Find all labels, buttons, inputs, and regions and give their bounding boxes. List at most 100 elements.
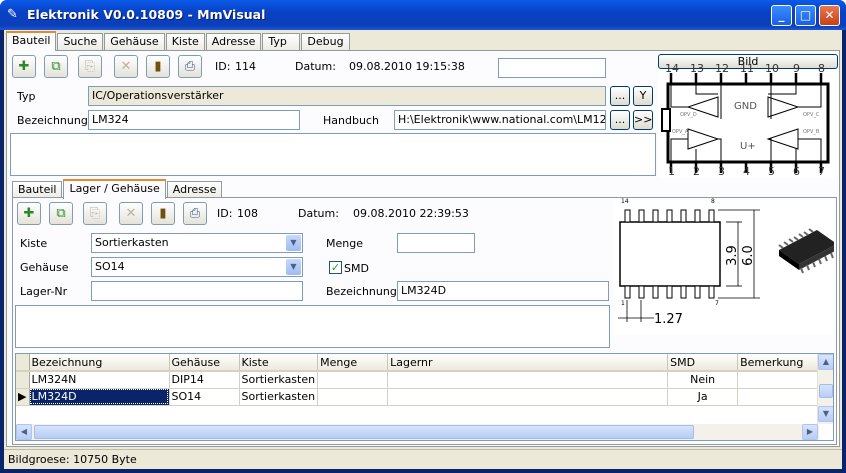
pin-7: 7 <box>818 165 825 178</box>
subtab-bauteil[interactable]: Bauteil <box>12 181 63 198</box>
tab-gehaeuse[interactable]: Gehäuse <box>104 33 165 50</box>
grid-horizontal-scrollbar[interactable]: ◀ ▶ <box>16 424 819 440</box>
row-indicator-current[interactable]: ▶ <box>16 388 30 406</box>
kiste-value: Sortierkasten <box>95 236 169 249</box>
lager-grid[interactable]: Bezeichnung Gehäuse Kiste Menge Lagernr … <box>15 353 834 441</box>
col-header-lagernr[interactable]: Lagernr <box>387 354 669 372</box>
grid-vscroll-thumb[interactable] <box>819 384 833 398</box>
row-indicator[interactable] <box>16 371 30 389</box>
chevron-down-icon[interactable]: ▼ <box>286 235 301 251</box>
typ-y-button[interactable]: Y <box>633 86 653 106</box>
bauteil-notes[interactable] <box>10 133 656 176</box>
col-header-bemerkung[interactable]: Bemerkung <box>737 354 829 372</box>
cell-gehaeuse[interactable]: DIP14 <box>169 371 240 389</box>
col-header-menge[interactable]: Menge <box>317 354 389 372</box>
tab-typ[interactable]: Typ <box>262 33 301 50</box>
cell-bezeichnung[interactable]: LM324N <box>29 371 170 389</box>
id-label: ID: <box>215 60 231 73</box>
cell-bemerkung[interactable] <box>737 388 829 406</box>
pin-14: 14 <box>665 62 679 75</box>
smd-checkbox[interactable]: ✓ <box>329 261 342 274</box>
typ-field[interactable]: IC/Operationsverstärker <box>88 86 606 106</box>
chip-vplus-label: U+ <box>740 141 756 152</box>
paste-icon[interactable]: ⎘ <box>78 55 102 78</box>
menge-label: Menge <box>326 237 363 250</box>
cell-kiste[interactable]: Sortierkasten <box>239 388 319 406</box>
cell-menge[interactable] <box>317 388 389 406</box>
typ-browse-button[interactable]: ... <box>610 86 630 106</box>
lager-bezeichnung-field[interactable]: LM324D <box>397 281 609 301</box>
lager-save-icon[interactable]: ▮ <box>151 202 175 225</box>
lagernr-field[interactable] <box>91 281 303 301</box>
cell-smd[interactable]: Nein <box>667 371 739 389</box>
gehaeuse-combo[interactable]: SO14 ▼ <box>91 257 303 277</box>
grid-hscroll-thumb[interactable] <box>34 425 694 439</box>
pin-top-row: 14 13 12 11 10 9 8 <box>658 62 838 75</box>
kiste-combo[interactable]: Sortierkasten ▼ <box>91 233 303 253</box>
tab-debug[interactable]: Debug <box>301 33 350 50</box>
lager-paste-icon[interactable]: ⎘ <box>83 202 107 225</box>
cell-smd[interactable]: Ja <box>667 388 739 406</box>
tab-kiste[interactable]: Kiste <box>165 33 205 50</box>
pkg-pin14-label: 14 <box>621 198 629 205</box>
bauteil-extra-field[interactable] <box>498 58 606 78</box>
lager-notes[interactable] <box>15 305 610 348</box>
scroll-down-icon[interactable]: ▼ <box>818 406 833 422</box>
cell-kiste[interactable]: Sortierkasten <box>239 371 319 389</box>
cell-bezeichnung[interactable]: LM324D <box>29 388 170 406</box>
grid-corner <box>16 354 30 372</box>
subtab-lager-gehaeuse[interactable]: Lager / Gehäuse <box>63 179 166 199</box>
tab-suche[interactable]: Suche <box>57 33 104 50</box>
new-icon[interactable]: ✚ <box>12 55 36 78</box>
pin-bottom-row: 1 2 3 4 5 6 7 <box>658 165 838 178</box>
cell-menge[interactable] <box>317 371 389 389</box>
main-tab-strip: Bauteil Suche Gehäuse Kiste Adresse Typ … <box>6 31 351 51</box>
lager-bezeichnung-label: Bezeichnung <box>326 285 397 298</box>
table-row[interactable]: ▶ LM324D SO14 Sortierkasten Ja <box>16 388 829 406</box>
col-header-bezeichnung[interactable]: Bezeichnung <box>29 354 170 372</box>
save-icon[interactable]: ▮ <box>146 55 170 78</box>
lager-delete-icon[interactable]: ✕ <box>119 202 143 225</box>
grid-vertical-scrollbar[interactable]: ▲ ▼ <box>817 354 833 424</box>
scroll-up-icon[interactable]: ▲ <box>818 354 833 370</box>
bezeichnung-field[interactable]: LM324 <box>88 110 300 130</box>
delete-icon[interactable]: ✕ <box>114 55 138 78</box>
status-text: Bildgroese: 10750 Byte <box>8 453 137 466</box>
cell-lagernr[interactable] <box>387 388 669 406</box>
table-row[interactable]: LM324N DIP14 Sortierkasten Nein <box>16 371 829 389</box>
scroll-left-icon[interactable]: ◀ <box>16 424 32 440</box>
lager-new-icon[interactable]: ✚ <box>17 202 41 225</box>
lager-panel: ✚ ⧉ ⎘ ✕ ▮ ⎙ ID: 108 Datum: 09.08.2010 22… <box>12 197 839 445</box>
scroll-right-icon[interactable]: ▶ <box>802 424 818 440</box>
pkg-dim-height2: 6.0 <box>740 245 756 266</box>
pin-13: 13 <box>690 62 704 75</box>
print-icon[interactable]: ⎙ <box>178 55 202 78</box>
tab-bauteil[interactable]: Bauteil <box>6 31 57 51</box>
handbuch-field[interactable]: H:\Elektronik\www.national.com\LM124 LM <box>394 110 606 130</box>
pin-2: 2 <box>693 165 700 178</box>
typ-label: Typ <box>17 90 36 103</box>
tab-adresse[interactable]: Adresse <box>205 33 262 50</box>
lager-print-icon[interactable]: ⎙ <box>183 202 207 225</box>
handbuch-open-button[interactable]: >> <box>633 110 653 130</box>
chevron-down-icon[interactable]: ▼ <box>286 259 301 275</box>
lagernr-label: Lager-Nr <box>20 285 68 298</box>
col-header-gehaeuse[interactable]: Gehäuse <box>169 354 240 372</box>
cell-bemerkung[interactable] <box>737 371 829 389</box>
close-button[interactable]: ✕ <box>819 5 840 26</box>
minimize-button[interactable]: _ <box>771 5 792 26</box>
col-header-smd[interactable]: SMD <box>667 354 739 372</box>
pin-9: 9 <box>793 62 800 75</box>
col-header-kiste[interactable]: Kiste <box>239 354 319 372</box>
subtab-adresse[interactable]: Adresse <box>166 181 223 198</box>
copy-icon[interactable]: ⧉ <box>44 55 68 78</box>
bauteil-panel: ✚ ⧉ ⎘ ✕ ▮ ⎙ ID: 114 Datum: 09.08.2010 19… <box>6 50 840 447</box>
menge-field[interactable] <box>397 233 475 253</box>
title-bar[interactable]: ✎ Elektronik V0.0.10809 - MmVisual _ □ ✕ <box>0 0 846 30</box>
lager-datum-label: Datum: <box>298 207 339 220</box>
cell-lagernr[interactable] <box>387 371 669 389</box>
lager-copy-icon[interactable]: ⧉ <box>49 202 73 225</box>
handbuch-browse-button[interactable]: ... <box>610 110 630 130</box>
maximize-button[interactable]: □ <box>795 5 816 26</box>
cell-gehaeuse[interactable]: SO14 <box>169 388 240 406</box>
